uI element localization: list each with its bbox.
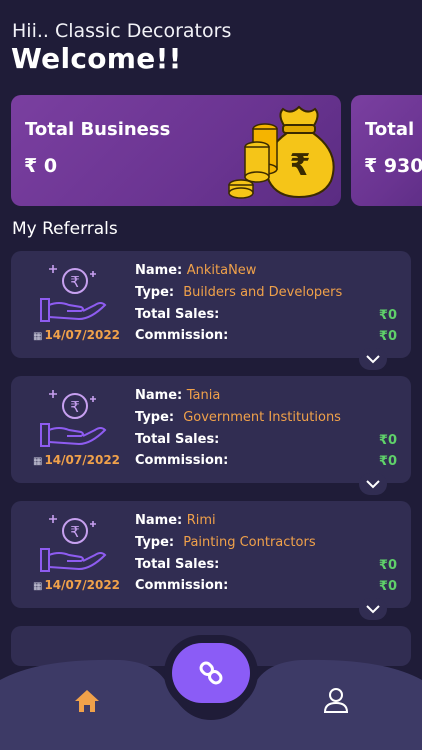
stat-value: ₹ 0 (24, 155, 58, 177)
stat-value: ₹ 930 (364, 155, 422, 177)
link-icon (199, 661, 223, 685)
stat-title: Total Business (25, 119, 171, 140)
referral-card[interactable]: ₹ ▦ 14/07/2022 Name: AnkitaNew Type: Buil… (11, 251, 411, 370)
svg-text:₹: ₹ (70, 523, 80, 541)
stat-title: Total (365, 119, 415, 140)
greeting-text: Hii.. Classic Decorators (12, 20, 232, 42)
calendar-icon: ▦ (33, 581, 43, 592)
commission-label: Commission: (135, 453, 229, 468)
referral-date: ▦ 14/07/2022 (33, 328, 121, 342)
svg-text:₹: ₹ (70, 273, 80, 291)
commission-label: Commission: (135, 328, 229, 343)
expand-button[interactable] (359, 348, 387, 370)
user-icon[interactable] (322, 686, 350, 714)
referral-link-button[interactable] (172, 643, 250, 703)
expand-button[interactable] (359, 598, 387, 620)
sales-value: ₹0 (378, 433, 397, 448)
home-icon[interactable] (73, 688, 101, 714)
sales-value: ₹0 (378, 308, 397, 323)
name-row: Name: Rimi (135, 513, 216, 528)
welcome-heading: Welcome!! (11, 42, 182, 75)
calendar-icon: ▦ (33, 456, 43, 467)
commission-label: Commission: (135, 578, 229, 593)
rupee-hand-icon: ₹ (40, 390, 107, 447)
svg-text:₹: ₹ (290, 148, 311, 183)
type-row: Type: Painting Contractors (135, 535, 316, 550)
stats-carousel[interactable]: Total Business ₹ 0 ₹ Total ₹ 930 (11, 95, 422, 207)
total-card-partial[interactable]: Total ₹ 930 (351, 95, 422, 206)
referral-card[interactable]: ₹ ▦ 14/07/2022 Name: Tania Type: Governme… (11, 376, 411, 495)
total-business-card[interactable]: Total Business ₹ 0 ₹ (11, 95, 341, 206)
sales-label: Total Sales: (135, 307, 220, 322)
calendar-icon: ▦ (33, 331, 43, 342)
sales-value: ₹0 (378, 558, 397, 573)
rupee-hand-icon: ₹ (40, 515, 107, 572)
referral-date: ▦ 14/07/2022 (33, 578, 121, 592)
chevron-down-icon (366, 604, 380, 613)
type-row: Type: Government Institutions (135, 410, 341, 425)
commission-value: ₹0 (378, 579, 397, 594)
chevron-down-icon (366, 479, 380, 488)
commission-value: ₹0 (378, 454, 397, 469)
money-bag-icon: ₹ (228, 105, 335, 199)
referral-date: ▦ 14/07/2022 (33, 453, 121, 467)
sales-label: Total Sales: (135, 432, 220, 447)
section-title: My Referrals (12, 219, 118, 239)
chevron-down-icon (366, 354, 380, 363)
name-row: Name: AnkitaNew (135, 263, 257, 278)
sales-label: Total Sales: (135, 557, 220, 572)
referral-card[interactable]: ₹ ▦ 14/07/2022 Name: Rimi Type: Painting … (11, 501, 411, 620)
commission-value: ₹0 (378, 329, 397, 344)
expand-button[interactable] (359, 473, 387, 495)
type-row: Type: Builders and Developers (135, 285, 343, 300)
svg-text:₹: ₹ (70, 398, 80, 416)
name-row: Name: Tania (135, 388, 221, 403)
rupee-hand-icon: ₹ (40, 265, 107, 322)
